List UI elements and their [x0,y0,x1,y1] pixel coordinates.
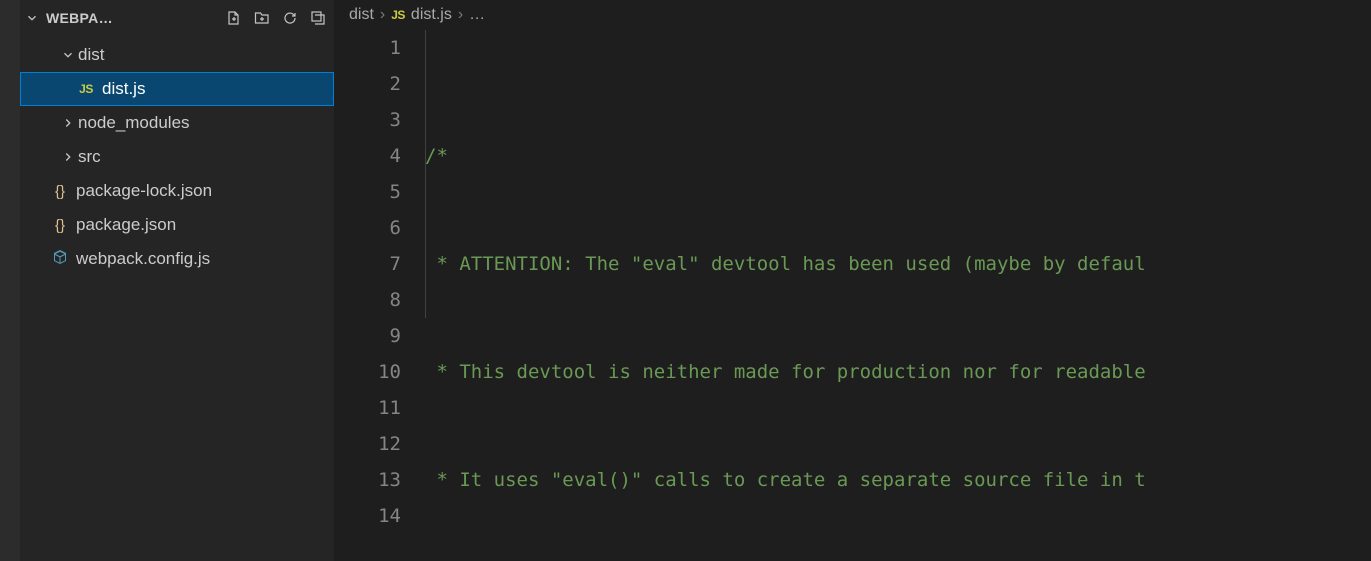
tree-item-package-lock-json[interactable]: {} package-lock.json [20,174,334,208]
tree-item-label: package-lock.json [76,181,212,201]
line-number: 10 [335,354,401,390]
tree-item-label: src [78,147,101,167]
new-folder-icon[interactable] [254,10,270,26]
tree-item-label: dist.js [102,79,145,99]
chevron-right-icon: › [380,6,385,24]
indent-guide [425,30,426,318]
tree-item-webpack-config-js[interactable]: webpack.config.js [20,242,334,276]
editor-pane: dist › JS dist.js › … 123456789101112131… [335,0,1371,561]
js-file-icon: JS [391,8,405,22]
code-token: * This devtool is neither made for produ… [425,361,1146,383]
breadcrumb-segment[interactable]: dist [349,6,374,24]
breadcrumb-segment[interactable]: dist.js [411,6,452,24]
json-file-icon: {} [50,183,70,200]
tree-item-node-modules[interactable]: node_modules [20,106,334,140]
app-root: WEBPA… dist JS dist.js node_modulessrc {} pac… [0,0,1371,561]
code-content[interactable]: /* * ATTENTION: The "eval" devtool has b… [425,30,1371,561]
explorer-project-name: WEBPA… [46,10,220,26]
line-number: 8 [335,282,401,318]
line-number: 5 [335,174,401,210]
tree-item-label: node_modules [78,113,190,133]
chevron-down-icon [24,10,40,26]
line-number: 13 [335,462,401,498]
refresh-icon[interactable] [282,10,298,26]
file-tree: dist JS dist.js node_modulessrc {} package-lo… [20,36,334,276]
js-file-icon: JS [76,82,96,96]
webpack-config-icon [50,249,70,270]
chevron-right-icon[interactable] [60,149,76,165]
json-file-icon: {} [50,217,70,234]
explorer-header[interactable]: WEBPA… [20,0,334,36]
code-token: * ATTENTION: The "eval" devtool has been… [425,253,1146,275]
line-number: 14 [335,498,401,534]
line-number: 7 [335,246,401,282]
explorer-sidebar: WEBPA… dist JS dist.js node_modulessrc {} pac… [20,0,335,561]
new-file-icon[interactable] [226,10,242,26]
chevron-down-icon[interactable] [60,47,76,63]
tree-item-label: webpack.config.js [76,249,210,269]
line-number: 3 [335,102,401,138]
tree-item-label: package.json [76,215,176,235]
collapse-all-icon[interactable] [310,10,326,26]
tree-item-dist[interactable]: dist [20,38,334,72]
code-token: * It uses "eval()" calls to create a sep… [425,469,1146,491]
breadcrumb-segment[interactable]: … [469,6,485,24]
line-number: 6 [335,210,401,246]
line-number: 9 [335,318,401,354]
breadcrumb[interactable]: dist › JS dist.js › … [335,0,1371,30]
tree-item-label: dist [78,45,104,65]
code-token: /* [425,145,448,167]
chevron-right-icon[interactable] [60,115,76,131]
tree-item-src[interactable]: src [20,140,334,174]
activity-bar [0,0,20,561]
code-area[interactable]: 1234567891011121314 /* * ATTENTION: The … [335,30,1371,561]
line-number: 12 [335,426,401,462]
line-number: 11 [335,390,401,426]
line-number: 1 [335,30,401,66]
line-numbers-gutter: 1234567891011121314 [335,30,425,561]
line-number: 4 [335,138,401,174]
tree-item-dist-js[interactable]: JS dist.js [20,72,334,106]
line-number: 2 [335,66,401,102]
tree-item-package-json[interactable]: {} package.json [20,208,334,242]
explorer-header-actions [226,10,326,26]
chevron-right-icon: › [458,6,463,24]
